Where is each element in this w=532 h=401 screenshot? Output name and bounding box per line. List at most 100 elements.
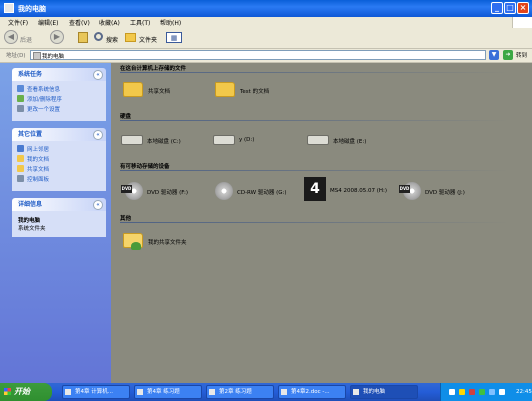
address-dropdown-icon[interactable]: ▼ (489, 50, 499, 60)
collapse-icon[interactable]: « (93, 70, 103, 80)
network-icon[interactable] (479, 389, 485, 395)
address-field[interactable]: 我的电脑 (30, 50, 486, 60)
network-places-icon (17, 145, 24, 152)
details-type: 系统文件夹 (18, 226, 46, 232)
my-computer-icon (353, 389, 359, 395)
taskbar-button-active[interactable]: 我的电脑 (350, 385, 418, 399)
help-icon[interactable] (459, 389, 465, 395)
folders-button[interactable]: 文件夹 (139, 35, 157, 44)
views-icon[interactable]: ▦ (166, 32, 182, 43)
item-label: 我的共享文件夹 (148, 240, 187, 246)
taskbar-button-label: 第2章 练习题 (219, 389, 252, 395)
item-label: Test 的文档 (240, 89, 270, 95)
clock[interactable]: 22:45 (516, 389, 532, 395)
details-header[interactable]: 详细信息 « (12, 198, 106, 211)
task-pane: 系统任务 « 查看系统信息 添加/删除程序 更改一个设置 其它位置 « 网上邻居… (0, 63, 111, 383)
menu-view[interactable]: 查看(V) (69, 18, 90, 27)
shared-documents-link[interactable]: 共享文档 (27, 165, 49, 173)
system-tasks-header[interactable]: 系统任务 « (12, 68, 106, 81)
address-bar: 地址(D) 我的电脑 ▼ ➜ 转到 (0, 49, 532, 63)
collapse-icon[interactable]: « (93, 200, 103, 210)
computer-icon (33, 52, 41, 60)
window-title: 我的电脑 (18, 5, 46, 13)
start-button[interactable]: 开始 (0, 383, 52, 401)
go-icon[interactable]: ➜ (503, 50, 513, 60)
view-system-info-link[interactable]: 查看系统信息 (27, 85, 60, 93)
taskbar-button[interactable]: 第2章 练习题 (206, 385, 274, 399)
go-button[interactable]: 转到 (516, 51, 527, 59)
details-panel: 我的电脑 系统文件夹 (12, 211, 106, 237)
my-shared-folder-item[interactable]: 我的共享文件夹 (123, 231, 213, 253)
search-icon (94, 32, 103, 41)
menu-help[interactable]: 帮助(H) (160, 18, 181, 27)
add-remove-programs-icon (17, 95, 24, 102)
antivirus-icon[interactable] (469, 389, 475, 395)
shared-documents-icon (17, 165, 24, 172)
drive-f-item[interactable]: DVD DVD 驱动器 (F:) (121, 180, 211, 202)
maximize-button[interactable]: □ (504, 2, 516, 14)
taskbar-button[interactable]: 第4章2.doc -... (278, 385, 346, 399)
ms4-device-icon: 4 (304, 177, 326, 201)
menu-favorites[interactable]: 收藏(A) (99, 18, 120, 27)
back-button[interactable]: 后退 (20, 35, 32, 44)
folder-icon (215, 82, 235, 97)
windows-logo-icon (4, 388, 11, 395)
item-label: 共享文档 (148, 89, 171, 95)
my-documents-link[interactable]: 我的文档 (27, 155, 49, 163)
collapse-icon[interactable]: « (93, 130, 103, 140)
menu-tools[interactable]: 工具(T) (130, 18, 150, 27)
hard-disk-icon (121, 135, 143, 145)
drive-d-item[interactable]: y (D:) (213, 133, 283, 147)
menu-edit[interactable]: 编辑(E) (38, 18, 58, 27)
folders-icon (125, 33, 136, 42)
taskbar: 开始 第4章 计算机... 第4章 练习题 第2章 练习题 第4章2.doc -… (0, 383, 532, 401)
taskbar-button[interactable]: 第4章 计算机... (62, 385, 130, 399)
close-button[interactable]: × (517, 2, 529, 14)
drive-c-item[interactable]: 本地磁盘 (C:) (121, 133, 211, 147)
minimize-button[interactable]: _ (491, 2, 503, 14)
keyboard-icon[interactable] (449, 389, 455, 395)
drive-h-item[interactable]: 4 MS4 2008.05.07 (H:) (304, 177, 404, 203)
drive-e-item[interactable]: 本地磁盘 (E:) (307, 133, 397, 147)
hard-disk-icon (213, 135, 235, 145)
test-documents-item[interactable]: Test 的文档 (215, 80, 305, 100)
forward-icon[interactable]: ▶ (50, 30, 64, 44)
folder-icon (123, 82, 143, 97)
add-remove-programs-link[interactable]: 添加/删除程序 (27, 95, 62, 103)
other-places-header[interactable]: 其它位置 « (12, 128, 106, 141)
shared-documents-item[interactable]: 共享文档 (123, 80, 203, 100)
hard-disk-icon (307, 135, 329, 145)
other-places-title: 其它位置 (18, 131, 43, 138)
volume-icon[interactable] (489, 389, 495, 395)
taskbar-button[interactable]: 第4章 练习题 (134, 385, 202, 399)
item-label: DVD 驱动器 (J:) (425, 190, 465, 196)
section-title-files: 在这台计算机上存储的文件 (120, 66, 187, 72)
search-button[interactable]: 搜索 (106, 35, 118, 44)
network-places-link[interactable]: 网上邻居 (27, 145, 49, 153)
item-label: 本地磁盘 (C:) (147, 139, 181, 145)
taskbar-button-label: 我的电脑 (363, 389, 386, 395)
dvd-badge: DVD (399, 185, 410, 193)
system-info-icon (17, 85, 24, 92)
taskbar-button-label: 第4章 练习题 (147, 389, 180, 395)
content-pane: 在这台计算机上存储的文件 共享文档 Test 的文档 硬盘 本地磁盘 (C:) … (111, 63, 532, 383)
taskbar-button-label: 第4章 计算机... (75, 389, 113, 395)
cd-drive-icon (215, 182, 233, 200)
address-value: 我的电脑 (42, 54, 65, 60)
up-folder-icon[interactable] (78, 32, 88, 43)
drive-g-item[interactable]: CD-RW 驱动器 (G:) (213, 180, 303, 202)
title-bar[interactable]: 我的电脑 _ □ × (0, 0, 532, 17)
item-label: CD-RW 驱动器 (G:) (237, 190, 287, 196)
usb-device-icon[interactable] (499, 389, 505, 395)
drive-j-item[interactable]: DVD DVD 驱动器 (J:) (399, 180, 489, 202)
menu-file[interactable]: 文件(F) (8, 18, 28, 27)
section-divider (120, 222, 510, 223)
change-setting-link[interactable]: 更改一个设置 (27, 105, 60, 113)
control-panel-icon (17, 105, 24, 112)
section-title-removable: 有可移动存储的设备 (120, 164, 170, 170)
word-document-icon (65, 389, 71, 395)
control-panel-link[interactable]: 控制面板 (27, 175, 49, 183)
section-divider (120, 72, 510, 73)
item-label: DVD 驱动器 (F:) (147, 190, 189, 196)
back-icon[interactable]: ◀ (4, 30, 18, 44)
